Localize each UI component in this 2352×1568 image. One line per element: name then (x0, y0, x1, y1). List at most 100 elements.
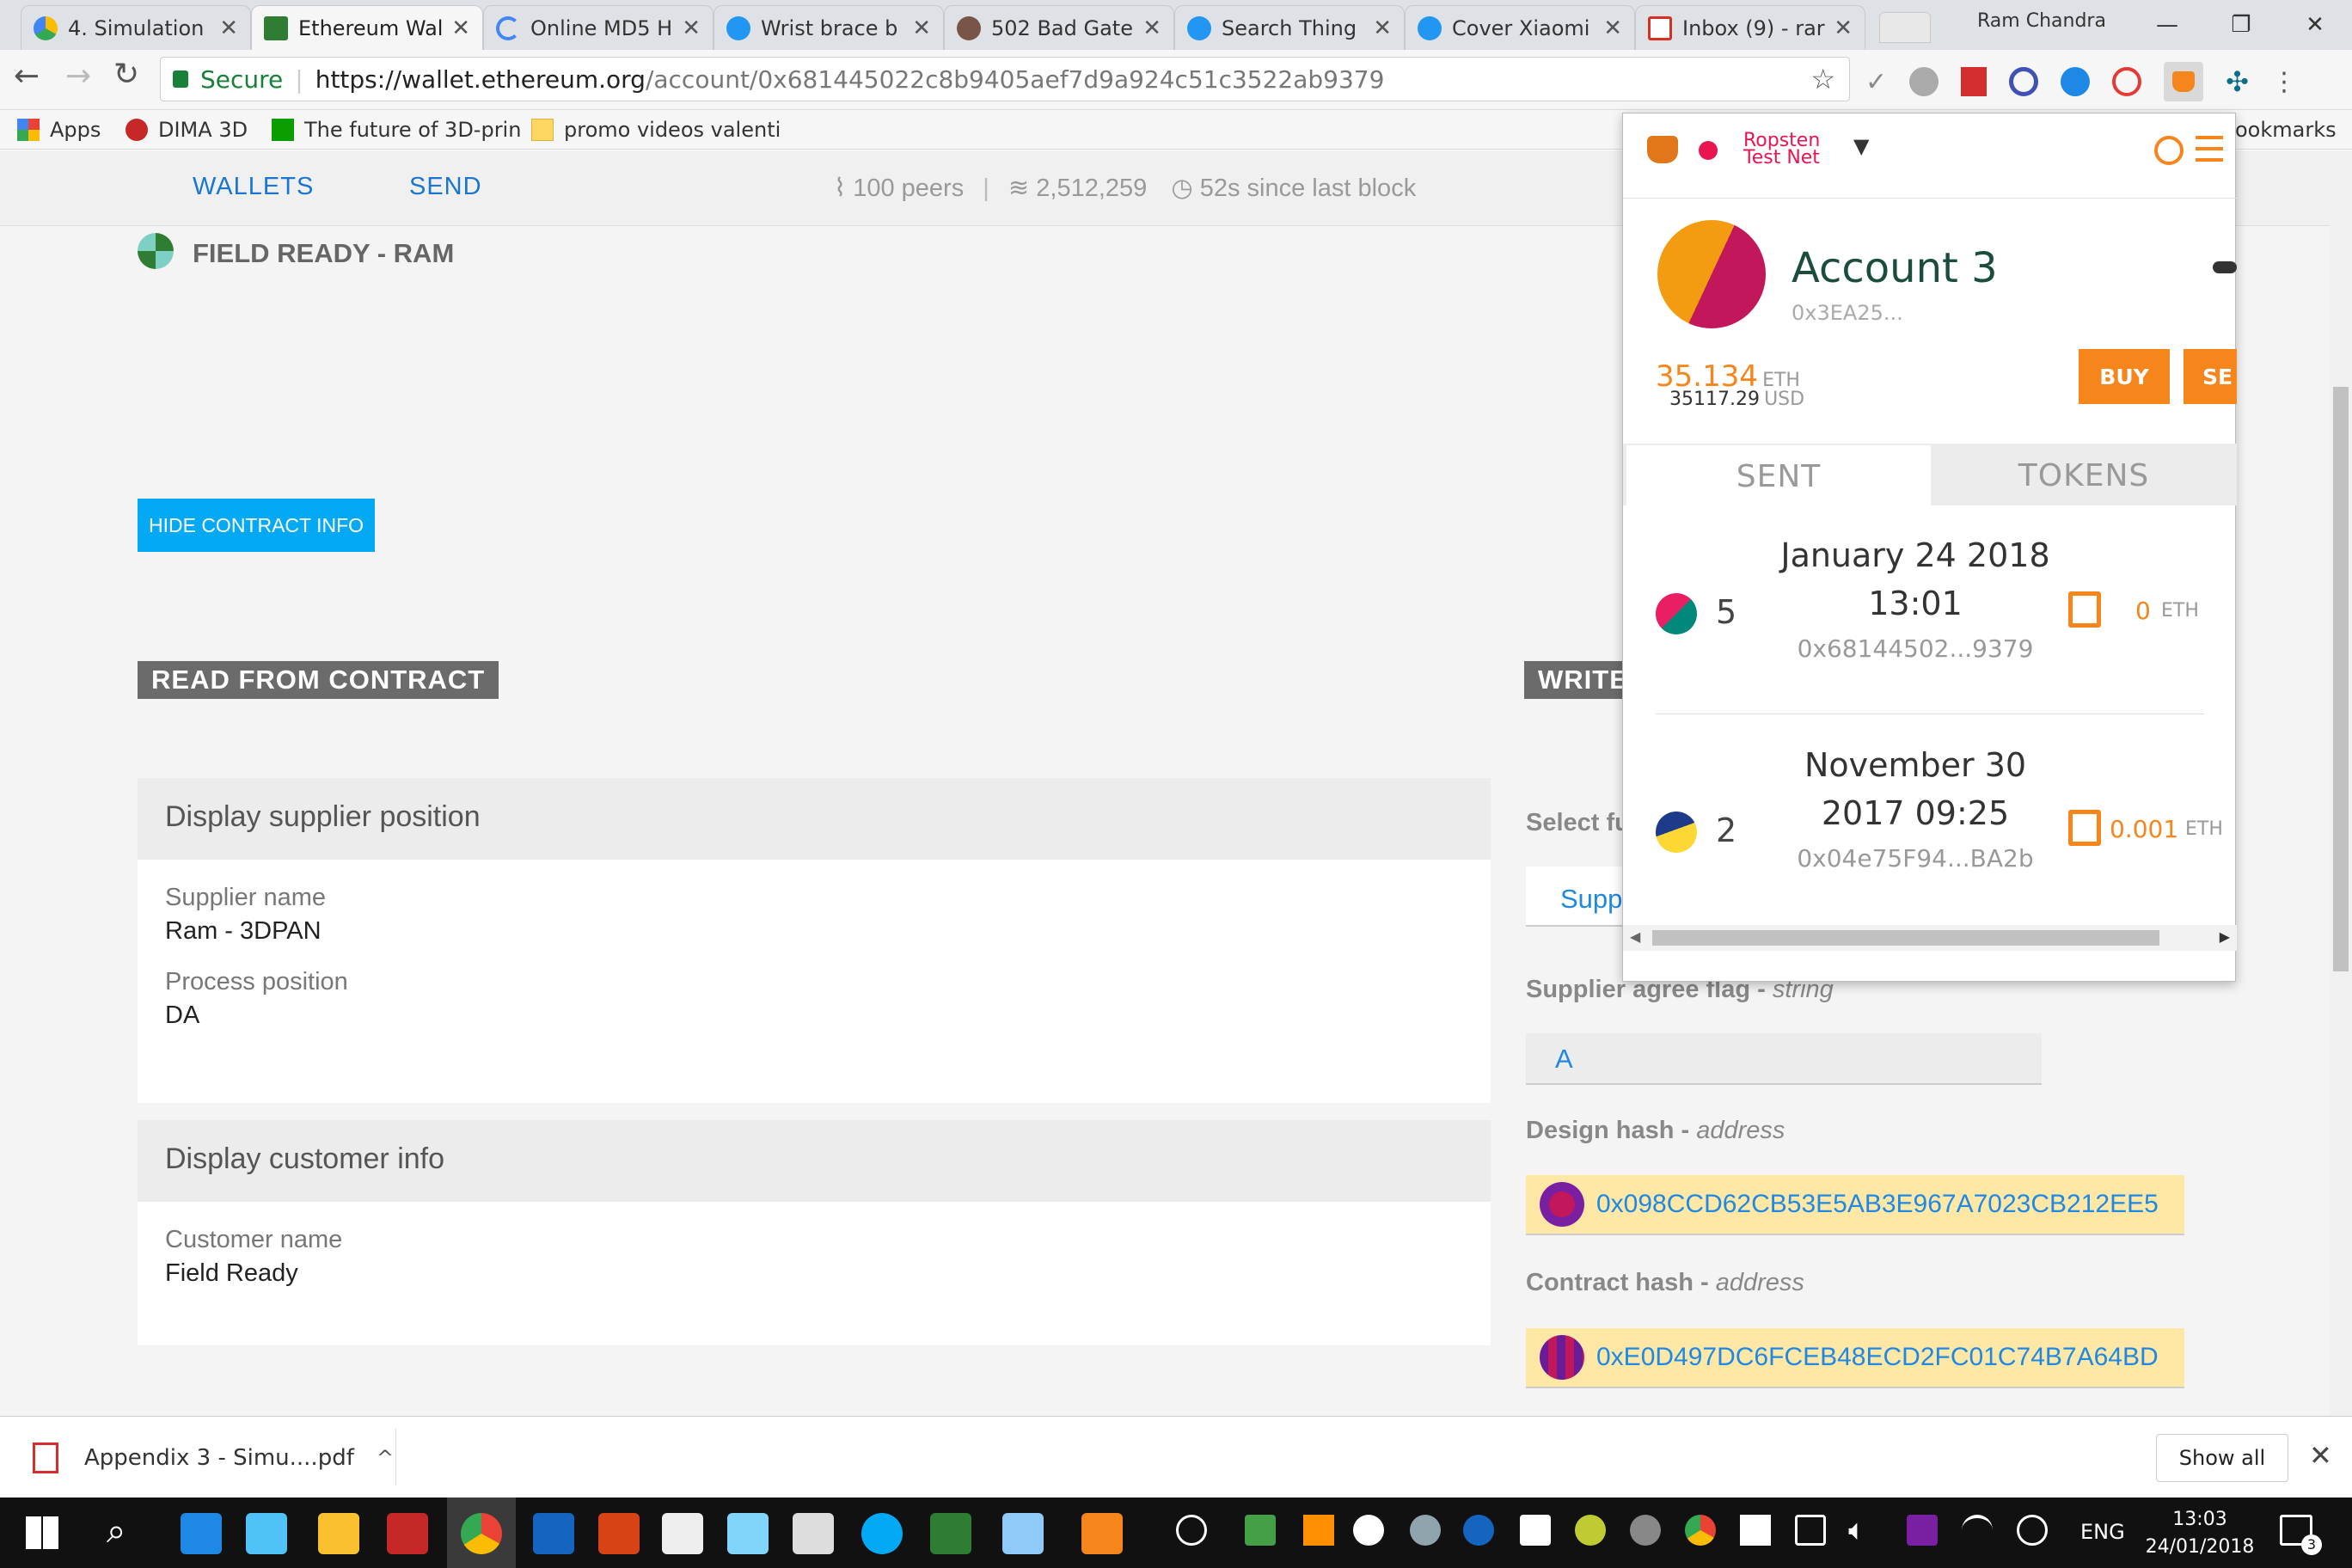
close-tab-icon[interactable]: ✕ (912, 15, 931, 41)
bookmark-dima3d[interactable]: DIMA 3D (126, 115, 248, 144)
switch-account-icon[interactable] (2154, 136, 2184, 165)
butterfly-extension-icon[interactable]: ✣ (2226, 65, 2249, 98)
forward-icon[interactable]: → (65, 58, 91, 94)
close-tab-icon[interactable]: ✕ (1603, 15, 1622, 41)
globe-extension-icon[interactable] (1909, 67, 1939, 96)
tab-tokens[interactable]: TOKENS (1931, 445, 2237, 505)
download-extension-icon[interactable] (2061, 67, 2091, 96)
metamask-taskbar-icon[interactable] (1081, 1513, 1123, 1554)
tab-bad-gateway[interactable]: 502 Bad Gate ✕ (944, 5, 1174, 50)
powerpoint-icon[interactable] (598, 1513, 640, 1554)
bookmark-extension-icon[interactable] (1961, 67, 1988, 96)
close-tab-icon[interactable]: ✕ (1142, 15, 1161, 41)
page-scrollbar[interactable] (2330, 150, 2352, 1416)
block-extension-icon[interactable] (2112, 67, 2142, 96)
account-address[interactable]: 0x3EA25... (1792, 301, 1903, 325)
scroll-right-icon[interactable]: ▶ (2220, 928, 2230, 945)
tray-app-icon[interactable] (1245, 1515, 1276, 1546)
network-selector[interactable]: Ropsten Test Net (1743, 132, 1820, 168)
bookmark-techcrunch[interactable]: The future of 3D-prin (272, 115, 521, 144)
restore-icon[interactable]: ❐ (2204, 12, 2278, 38)
cloud-icon[interactable] (1353, 1515, 1384, 1546)
popup-scrollbar[interactable]: ◀ ▶ (1623, 925, 2237, 951)
close-download-bar-icon[interactable]: ✕ (2309, 1439, 2332, 1472)
camera-icon[interactable] (662, 1513, 703, 1554)
bluetooth-icon[interactable] (1463, 1515, 1494, 1546)
clock[interactable]: 13:03 24/01/2018 (2144, 1506, 2256, 1561)
paint-icon[interactable] (727, 1513, 769, 1554)
tablet-icon[interactable] (246, 1513, 287, 1554)
menu-dots-icon[interactable]: ⋮ (2271, 67, 2297, 97)
edge-icon[interactable] (181, 1513, 222, 1554)
chrome-tray-icon[interactable] (1685, 1515, 1716, 1546)
address-bar[interactable]: Secure | https://wallet.ethereum.org/acc… (160, 57, 1850, 101)
battery-icon[interactable] (1795, 1515, 1826, 1546)
design-hash-input[interactable]: 0x098CCD62CB53E5AB3E967A7023CB212EE5 (1526, 1175, 2184, 1235)
close-tab-icon[interactable]: ✕ (1834, 15, 1853, 41)
scroll-left-icon[interactable]: ◀ (1630, 928, 1640, 945)
search-icon[interactable]: ⌕ (107, 1511, 126, 1551)
target-extension-icon[interactable] (2009, 67, 2039, 96)
windows-start-icon[interactable] (26, 1516, 58, 1549)
contract-hash-input[interactable]: 0xE0D497DC6FCEB48ECD2FC01C74B7A64BD (1526, 1328, 2184, 1388)
profile-name[interactable]: Ram Chandra (1977, 10, 2106, 32)
scrollbar-thumb[interactable] (2333, 387, 2349, 971)
pen-icon[interactable] (2017, 1515, 2048, 1546)
buy-button[interactable]: BUY (2079, 349, 2170, 404)
account-name[interactable]: Account 3 (1792, 244, 1998, 292)
nav-wallets[interactable]: WALLETS (193, 173, 314, 201)
outlook-icon[interactable] (533, 1513, 574, 1554)
close-tab-icon[interactable]: ✕ (682, 15, 701, 41)
close-tab-icon[interactable]: ✕ (451, 15, 470, 41)
minimize-icon[interactable]: — (2130, 12, 2204, 38)
supplier-flag-input[interactable]: A (1526, 1033, 2042, 1085)
tab-simulation[interactable]: 4. Simulation ✕ (21, 5, 251, 50)
nav-send[interactable]: SEND (409, 173, 482, 201)
chrome-taskbar-active[interactable] (447, 1498, 516, 1568)
account-options-icon[interactable] (2213, 261, 2237, 273)
hamburger-menu-icon[interactable] (2196, 136, 2223, 162)
tray-circle-icon[interactable] (1630, 1515, 1661, 1546)
dropbox-icon[interactable] (1740, 1515, 1771, 1546)
onenote-icon[interactable] (1907, 1515, 1938, 1546)
close-window-icon[interactable]: ✕ (2278, 12, 2352, 38)
network-share-icon[interactable] (1410, 1515, 1441, 1546)
check-extension-icon[interactable]: ✓ (1865, 67, 1887, 97)
reload-icon[interactable]: ↻ (113, 57, 139, 92)
transaction-item[interactable]: 5 January 24 2018 13:01 0x68144502...937… (1623, 507, 2237, 714)
tray-badge-icon[interactable] (1575, 1515, 1606, 1546)
close-tab-icon[interactable]: ✕ (219, 15, 238, 41)
shield-icon[interactable] (1520, 1515, 1551, 1546)
calculator-icon[interactable] (793, 1513, 834, 1554)
copy-icon[interactable] (2068, 591, 2101, 628)
file-explorer-icon[interactable] (318, 1513, 359, 1554)
tab-wrist-brace[interactable]: Wrist brace b ✕ (714, 5, 944, 50)
tab-cover-xiaomi[interactable]: Cover Xiaomi ✕ (1405, 5, 1635, 50)
network-dropdown-icon[interactable]: ▼ (1853, 134, 1869, 158)
tab-search-thing[interactable]: Search Thing ✕ (1174, 5, 1405, 50)
transaction-item[interactable]: 2 November 30 2017 09:25 0x04e75F94...BA… (1623, 726, 2237, 920)
language-indicator[interactable]: ENG (2080, 1520, 2125, 1544)
notes-icon[interactable] (1002, 1513, 1044, 1554)
close-tab-icon[interactable]: ✕ (1373, 15, 1392, 41)
bookmark-star-icon[interactable]: ☆ (1810, 63, 1835, 95)
tab-inbox[interactable]: Inbox (9) - rar ✕ (1635, 5, 1865, 50)
sway-icon[interactable] (930, 1513, 971, 1554)
tab-sent[interactable]: SENT (1626, 445, 1931, 507)
app-3d-icon[interactable] (387, 1513, 428, 1554)
copy-icon[interactable] (2068, 810, 2101, 846)
hide-contract-info-button[interactable]: HIDE CONTRACT INFO (138, 499, 375, 552)
wifi-icon[interactable] (1962, 1515, 1993, 1546)
back-icon[interactable]: ← (14, 58, 40, 94)
metamask-extension-icon[interactable] (2164, 62, 2204, 101)
people-icon[interactable] (1176, 1515, 1207, 1546)
show-all-button[interactable]: Show all (2156, 1434, 2288, 1482)
tab-ethereum-wallet[interactable]: Ethereum Wal ✕ (251, 5, 483, 50)
bookmark-apps[interactable]: Apps (17, 115, 101, 144)
volume-icon[interactable]: 🔈︎ (1848, 1513, 1865, 1547)
vlc-icon[interactable] (1303, 1515, 1334, 1546)
new-tab-button[interactable] (1879, 12, 1931, 43)
other-bookmarks[interactable]: ookmarks (2235, 115, 2337, 144)
action-center-icon[interactable]: 3 (2280, 1515, 2322, 1555)
send-button[interactable]: SE (2184, 349, 2237, 404)
